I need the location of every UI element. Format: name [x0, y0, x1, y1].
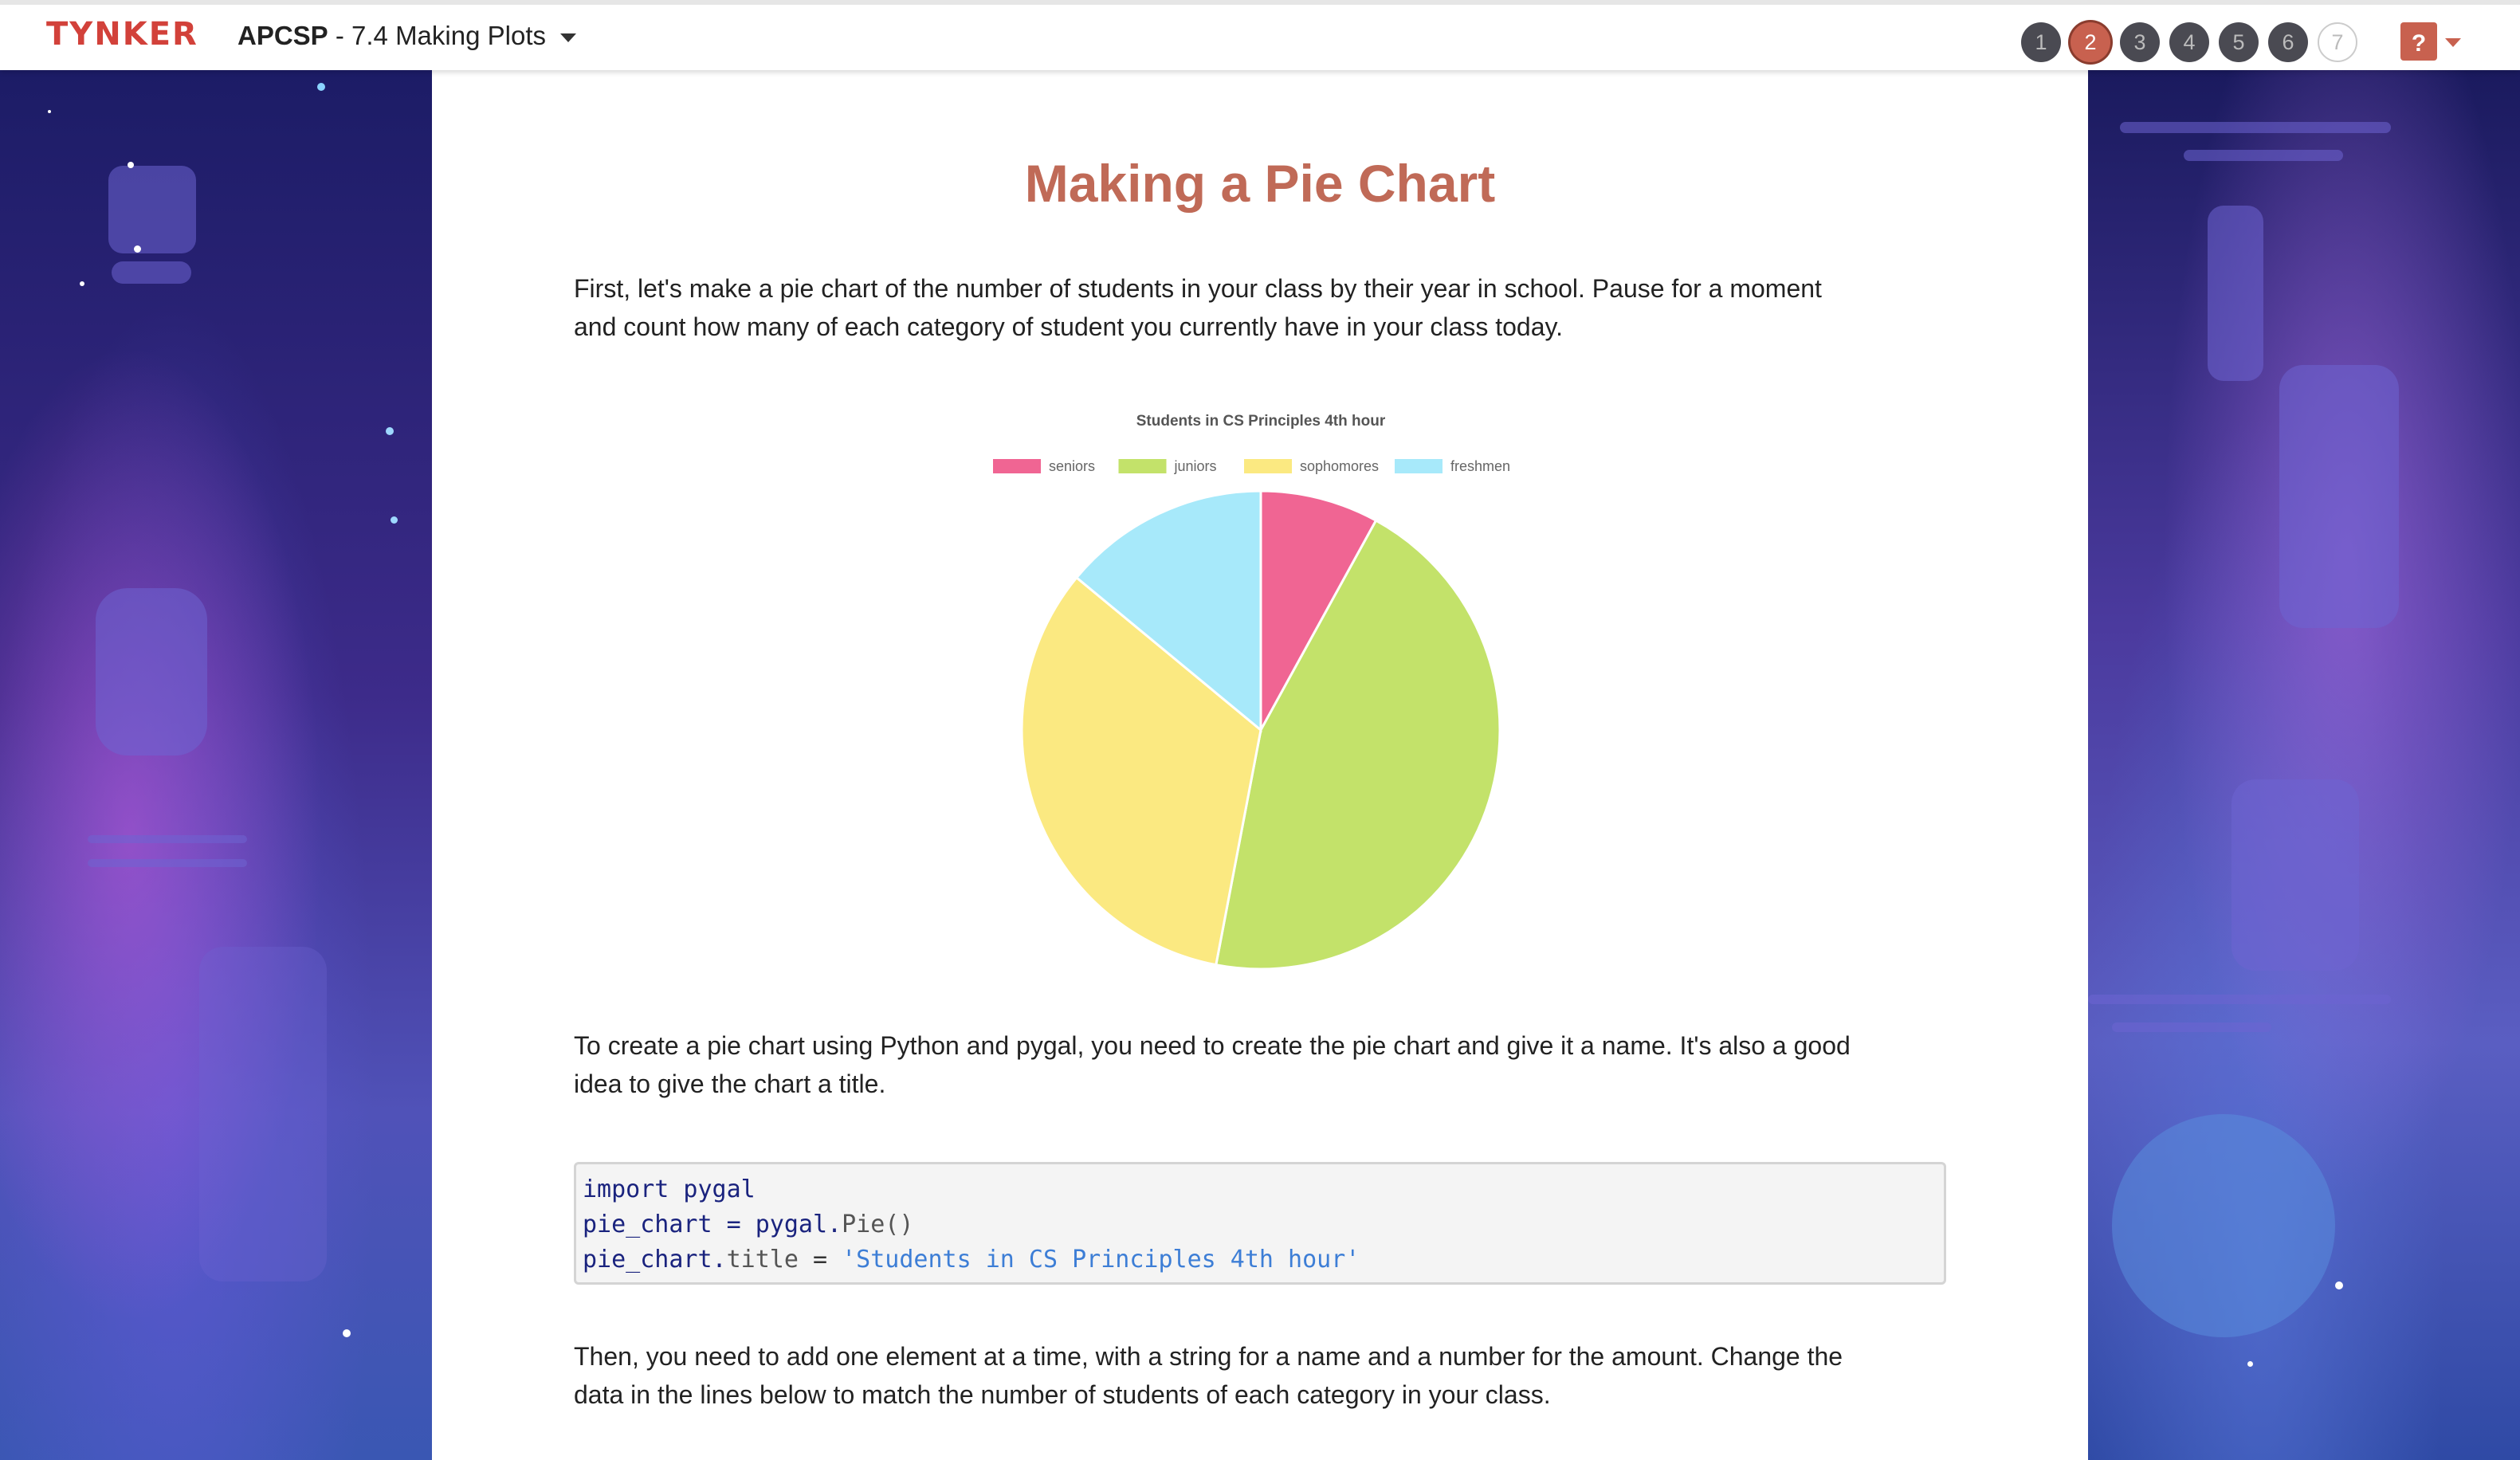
step-7-button[interactable]: 7: [2318, 22, 2357, 62]
legend-swatch-seniors[interactable]: [993, 459, 1041, 473]
logo-text: TYNKER: [46, 16, 198, 53]
code-line: pie_chart.title = 'Students in CS Princi…: [583, 1242, 1937, 1278]
star: [2247, 1361, 2253, 1367]
star: [48, 110, 51, 113]
code-token: import pygal: [583, 1175, 756, 1203]
text-line: Then, you need to add one element at a t…: [574, 1342, 1843, 1371]
code-token: title: [726, 1246, 799, 1274]
code-token: 'Students in CS Principles 4th hour': [842, 1246, 1360, 1274]
instruction-paragraph: Then, you need to add one element at a t…: [574, 1337, 1945, 1414]
right-background: [2088, 70, 2520, 1460]
text-line: idea to give the chart a title.: [574, 1069, 886, 1098]
code-line: pie_chart = pygal.Pie(): [583, 1207, 1937, 1242]
decor-shape: [112, 261, 191, 284]
chevron-down-icon: [559, 33, 576, 42]
decor-shape: [96, 588, 207, 756]
star: [391, 516, 398, 524]
legend-swatch-freshmen[interactable]: [1395, 459, 1443, 473]
course-dropdown[interactable]: APCSP - 7.4 Making Plots: [237, 21, 576, 51]
lesson-content: Making a Pie Chart First, let's make a p…: [432, 70, 2088, 1460]
pie-chart-svg: Students in CS Principles 4th hour senior…: [993, 413, 1510, 971]
code-token: pie_chart.: [583, 1246, 727, 1274]
text-line: To create a pie chart using Python and p…: [574, 1031, 1851, 1060]
step-4-button[interactable]: 4: [2169, 22, 2209, 62]
course-code: APCSP: [237, 21, 328, 50]
star: [80, 281, 84, 286]
legend-label-juniors[interactable]: juniors: [1174, 458, 1217, 474]
star: [2335, 1281, 2343, 1289]
step-5-button[interactable]: 5: [2219, 22, 2259, 62]
code-line: import pygal: [583, 1172, 1937, 1207]
decor-shape: [2231, 779, 2359, 971]
step-2-button[interactable]: 2: [2071, 22, 2110, 62]
star: [128, 162, 134, 168]
star: [317, 83, 325, 91]
code-block[interactable]: import pygal pie_chart = pygal.Pie() pie…: [574, 1162, 1946, 1285]
star: [343, 1329, 351, 1337]
star: [134, 245, 141, 253]
help-button[interactable]: ?: [2400, 22, 2437, 61]
code-token: =: [798, 1246, 842, 1274]
decor-shape: [88, 859, 247, 867]
text-line: data in the lines below to match the num…: [574, 1380, 1551, 1409]
legend-swatch-juniors[interactable]: [1118, 459, 1167, 473]
code-token: pie_chart = pygal.: [583, 1211, 842, 1238]
chart-title: Students in CS Principles 4th hour: [1136, 413, 1386, 430]
legend-label-freshmen[interactable]: freshmen: [1450, 458, 1510, 474]
tynker-logo[interactable]: TYNKER: [46, 16, 198, 64]
decor-planet: [2112, 1114, 2335, 1337]
decor-shape: [2112, 1022, 2271, 1032]
step-1-button[interactable]: 1: [2021, 22, 2061, 62]
chevron-down-icon[interactable]: [2445, 38, 2461, 47]
left-background: [0, 70, 432, 1460]
lesson-name: - 7.4 Making Plots: [328, 21, 546, 50]
decor-shape: [2208, 206, 2263, 381]
legend-label-seniors[interactable]: seniors: [1049, 458, 1095, 474]
decor-shape: [199, 947, 327, 1281]
star: [386, 427, 394, 435]
explanation-paragraph: To create a pie chart using Python and p…: [574, 1026, 1945, 1103]
code-token: Pie(): [842, 1211, 914, 1238]
decor-shape: [2120, 122, 2391, 133]
top-bar: TYNKER APCSP - 7.4 Making Plots 1234567 …: [0, 0, 2520, 70]
decor-shape: [2279, 365, 2399, 628]
legend-swatch-sophomores[interactable]: [1244, 459, 1292, 473]
decor-shape: [108, 166, 196, 253]
legend-label-sophomores[interactable]: sophomores: [1300, 458, 1379, 474]
pie-chart: Students in CS Principles 4th hour senior…: [432, 70, 2088, 1052]
step-6-button[interactable]: 6: [2268, 22, 2308, 62]
step-3-button[interactable]: 3: [2120, 22, 2160, 62]
decor-shape: [2184, 150, 2343, 161]
decor-shape: [88, 835, 247, 843]
decor-shape: [2088, 995, 2391, 1004]
